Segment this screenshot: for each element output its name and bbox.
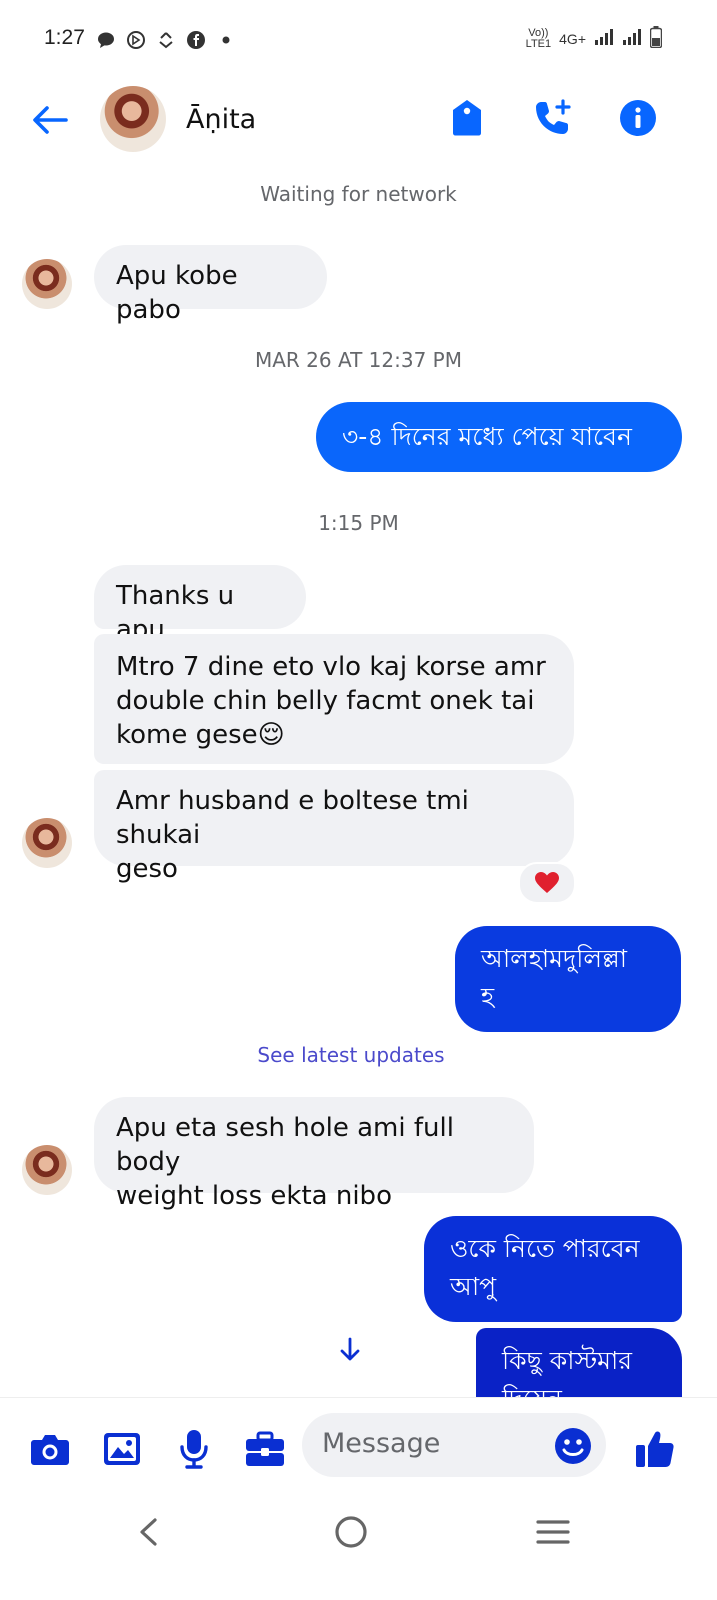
message-line: আপু <box>450 1272 497 1301</box>
scroll-down-button[interactable] <box>330 1332 370 1368</box>
timestamp: 1:15 PM <box>318 511 399 535</box>
chat-bubble-icon <box>96 30 116 50</box>
incoming-message[interactable]: Amr husband e boltese tmi shukai geso <box>94 770 574 884</box>
emoji-icon <box>555 1428 591 1464</box>
message-line: হ <box>481 982 495 1011</box>
info-button[interactable] <box>616 96 660 140</box>
message-line: কিছু কাস্টমার <box>502 1346 633 1375</box>
signal-icon-2 <box>622 28 642 49</box>
emoji-button[interactable] <box>553 1426 593 1466</box>
contact-avatar[interactable] <box>100 86 166 152</box>
back-button[interactable] <box>28 98 72 142</box>
network-label: 4G+ <box>559 30 586 47</box>
sender-avatar <box>22 1145 72 1195</box>
like-button[interactable] <box>633 1427 677 1471</box>
message-text: ৩-৪ দিনের মধ্যে পেয়ে যাবেন <box>342 422 632 451</box>
volte-icon: Vo)) LTE1 <box>525 26 552 50</box>
battery-icon <box>649 26 663 51</box>
arrow-down-icon <box>340 1337 360 1361</box>
nav-back-button[interactable] <box>128 1512 168 1552</box>
whatsapp-icon <box>126 30 146 50</box>
message-placeholder: Message <box>322 1428 441 1459</box>
like-icon <box>636 1431 674 1467</box>
timestamp: MAR 26 AT 12:37 PM <box>254 348 462 372</box>
sender-avatar <box>22 259 72 309</box>
nav-menu-icon <box>536 1520 570 1544</box>
outgoing-message[interactable]: ৩-৪ দিনের মধ্যে পেয়ে যাবেন <box>316 402 682 472</box>
nav-home-icon <box>335 1516 367 1548</box>
info-icon <box>620 100 656 136</box>
status-right-icons: Vo)) LTE1 4G+ <box>525 26 663 51</box>
camera-button[interactable] <box>28 1427 72 1471</box>
tools-button[interactable] <box>243 1427 287 1471</box>
voice-button[interactable] <box>172 1427 216 1471</box>
status-left-icons <box>96 30 236 50</box>
gallery-button[interactable] <box>100 1427 144 1471</box>
incoming-message[interactable]: Apu kobe pabo <box>94 245 327 325</box>
gallery-icon <box>104 1433 140 1465</box>
status-time: 1:27 <box>44 26 85 49</box>
incoming-message[interactable]: Thanks u apu <box>94 565 306 645</box>
heart-icon <box>535 872 559 893</box>
outgoing-message[interactable]: ওকে নিতে পারবেন আপু <box>424 1216 682 1322</box>
message-line: আলহামদুলিল্লা <box>481 944 628 973</box>
tag-button[interactable] <box>445 96 489 140</box>
camera-icon <box>31 1435 69 1465</box>
sync-icon <box>156 30 176 50</box>
nav-recents-button[interactable] <box>533 1512 573 1552</box>
message-line: geso <box>116 854 178 884</box>
message-line: kome gese😌 <box>116 720 285 750</box>
facebook-icon <box>186 30 206 50</box>
dot-icon <box>216 30 236 50</box>
tag-icon <box>453 100 481 136</box>
contact-name[interactable]: Āṇita <box>186 104 256 135</box>
message-text: Apu kobe pabo <box>116 261 238 325</box>
signal-icon <box>594 28 614 49</box>
network-status: Waiting for network <box>260 182 457 206</box>
message-line: double chin belly facmt onek tai <box>116 686 535 716</box>
back-arrow-icon <box>33 106 68 134</box>
nav-back-icon <box>140 1518 157 1546</box>
incoming-message[interactable]: Mtro 7 dine eto vlo kaj korse amr double… <box>94 634 574 764</box>
message-line: Mtro 7 dine eto vlo kaj korse amr <box>116 652 546 682</box>
nav-home-button[interactable] <box>331 1512 371 1552</box>
heart-reaction[interactable] <box>518 862 576 904</box>
message-line: ওকে নিতে পারবেন <box>450 1234 640 1263</box>
audio-call-button[interactable] <box>531 96 575 140</box>
sender-avatar <box>22 818 72 868</box>
phone-add-icon <box>536 99 571 134</box>
message-line: Apu eta sesh hole ami full body <box>116 1113 454 1177</box>
mic-icon <box>180 1430 208 1469</box>
message-line: weight loss ekta nibo <box>116 1181 392 1211</box>
message-line: Amr husband e boltese tmi shukai <box>116 786 469 850</box>
toolbox-icon <box>246 1431 284 1466</box>
incoming-message[interactable]: Apu eta sesh hole ami full body weight l… <box>94 1097 534 1211</box>
outgoing-message[interactable]: আলহামদুলিল্লা হ <box>455 926 681 1032</box>
see-latest-updates-link[interactable]: See latest updates <box>0 1043 702 1067</box>
